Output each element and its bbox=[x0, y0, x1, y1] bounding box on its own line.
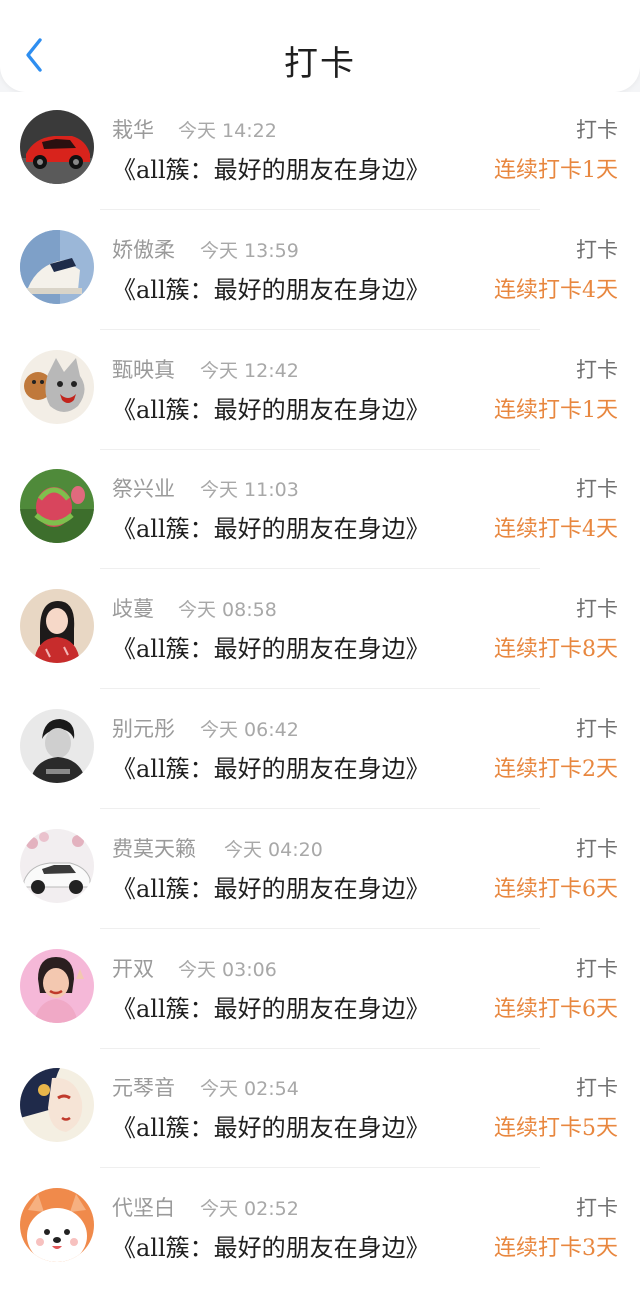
checkin-action-label: 打卡 bbox=[576, 477, 618, 502]
avatar[interactable] bbox=[20, 709, 94, 783]
row-divider bbox=[100, 209, 540, 210]
row-divider bbox=[100, 568, 540, 570]
streak-label: 连续打卡8天 bbox=[494, 637, 618, 663]
checkin-action-label: 打卡 bbox=[576, 956, 618, 981]
checkin-row[interactable]: 甄映真 今天 12:42 打卡 《all簇：最好的朋友在身边》 连续打卡1天 bbox=[0, 332, 640, 452]
checkin-row[interactable]: 开双 今天 03:06 打卡 《all簇：最好的朋友在身边》 连续打卡6天 bbox=[0, 931, 640, 1051]
checkin-row[interactable]: 歧蔓 今天 08:58 打卡 《all簇：最好的朋友在身边》 连续打卡8天 bbox=[0, 571, 640, 691]
user-name: 费莫天籁 bbox=[112, 836, 196, 861]
checkin-action-label: 打卡 bbox=[576, 836, 618, 861]
checkin-time: 今天 04:20 bbox=[224, 838, 323, 861]
checkin-row[interactable]: 费莫天籁 今天 04:20 打卡 《all簇：最好的朋友在身边》 连续打卡6天 bbox=[0, 811, 640, 931]
checkin-time: 今天 14:22 bbox=[178, 120, 277, 142]
checkin-action-label: 打卡 bbox=[576, 1196, 618, 1221]
avatar[interactable] bbox=[20, 349, 94, 424]
book-title[interactable]: 《all簇：最好的朋友在身边》 bbox=[112, 270, 430, 305]
streak-label: 连续打卡3天 bbox=[494, 1236, 618, 1262]
user-name: 娇傲柔 bbox=[112, 237, 175, 262]
user-name: 代坚白 bbox=[112, 1196, 175, 1221]
book-title[interactable]: 《all簇：最好的朋友在身边》 bbox=[112, 989, 430, 1024]
checkin-list: 栽华 今天 14:22 打卡 《all簇：最好的朋友在身边》 连续打卡1天 娇傲… bbox=[0, 92, 640, 1290]
checkin-action-label: 打卡 bbox=[576, 597, 618, 622]
avatar[interactable] bbox=[20, 589, 94, 664]
avatar[interactable] bbox=[20, 1188, 94, 1263]
streak-label: 连续打卡6天 bbox=[494, 876, 618, 902]
avatar[interactable] bbox=[20, 229, 94, 304]
checkin-action-label: 打卡 bbox=[576, 118, 618, 142]
checkin-row[interactable]: 代坚白 今天 02:52 打卡 《all簇：最好的朋友在身边》 连续打卡3天 bbox=[0, 1170, 640, 1290]
checkin-action-label: 打卡 bbox=[576, 357, 618, 382]
streak-label: 连续打卡4天 bbox=[494, 517, 618, 543]
book-title[interactable]: 《all簇：最好的朋友在身边》 bbox=[112, 1228, 430, 1263]
page-title: 打卡 bbox=[284, 44, 356, 84]
streak-label: 连续打卡1天 bbox=[494, 397, 618, 423]
streak-label: 连续打卡5天 bbox=[494, 1116, 618, 1142]
checkin-time: 今天 13:59 bbox=[200, 239, 299, 262]
top-bar: 打卡 bbox=[0, 0, 640, 92]
checkin-row[interactable]: 别元彤 今天 06:42 打卡 《all簇：最好的朋友在身边》 连续打卡2天 bbox=[0, 691, 640, 811]
checkin-time: 今天 06:42 bbox=[200, 719, 299, 741]
streak-label: 连续打卡4天 bbox=[494, 277, 618, 303]
user-name: 元琴音 bbox=[112, 1076, 175, 1101]
checkin-time: 今天 03:06 bbox=[178, 958, 277, 981]
user-name: 别元彤 bbox=[112, 717, 175, 741]
avatar[interactable] bbox=[20, 110, 94, 184]
user-name: 甄映真 bbox=[112, 357, 175, 382]
checkin-row[interactable]: 栽华 今天 14:22 打卡 《all簇：最好的朋友在身边》 连续打卡1天 bbox=[0, 92, 640, 212]
streak-label: 连续打卡2天 bbox=[494, 757, 618, 782]
checkin-time: 今天 02:54 bbox=[200, 1078, 299, 1101]
streak-label: 连续打卡1天 bbox=[494, 158, 618, 183]
checkin-row[interactable]: 祭兴业 今天 11:03 打卡 《all簇：最好的朋友在身边》 连续打卡4天 bbox=[0, 451, 640, 571]
row-divider bbox=[100, 1047, 540, 1049]
book-title[interactable]: 《all簇：最好的朋友在身边》 bbox=[112, 869, 430, 904]
user-name: 歧蔓 bbox=[112, 597, 154, 622]
avatar[interactable] bbox=[20, 948, 94, 1023]
row-divider bbox=[100, 808, 540, 809]
checkin-action-label: 打卡 bbox=[576, 1076, 618, 1101]
user-name: 开双 bbox=[112, 956, 154, 981]
book-title[interactable]: 《all簇：最好的朋友在身边》 bbox=[112, 1108, 430, 1143]
checkin-row[interactable]: 元琴音 今天 02:54 打卡 《all簇：最好的朋友在身边》 连续打卡5天 bbox=[0, 1050, 640, 1170]
checkin-row[interactable]: 娇傲柔 今天 13:59 打卡 《all簇：最好的朋友在身边》 连续打卡4天 bbox=[0, 212, 640, 332]
avatar[interactable] bbox=[20, 1068, 94, 1143]
book-title[interactable]: 《all簇：最好的朋友在身边》 bbox=[112, 150, 430, 185]
row-divider bbox=[100, 328, 540, 330]
streak-label: 连续打卡6天 bbox=[494, 996, 618, 1022]
checkin-time: 今天 11:03 bbox=[200, 479, 299, 502]
checkin-time: 今天 02:52 bbox=[200, 1198, 299, 1221]
row-divider bbox=[100, 448, 540, 450]
user-name: 祭兴业 bbox=[112, 477, 175, 502]
user-name: 栽华 bbox=[112, 118, 154, 142]
row-divider bbox=[100, 927, 540, 929]
avatar[interactable] bbox=[20, 469, 94, 544]
checkin-action-label: 打卡 bbox=[576, 237, 618, 262]
row-divider bbox=[100, 688, 540, 690]
checkin-action-label: 打卡 bbox=[576, 717, 618, 741]
checkin-time: 今天 08:58 bbox=[178, 599, 277, 622]
avatar[interactable] bbox=[20, 828, 94, 903]
checkin-time: 今天 12:42 bbox=[200, 359, 299, 382]
row-divider bbox=[100, 1167, 540, 1169]
book-title[interactable]: 《all簇：最好的朋友在身边》 bbox=[112, 629, 430, 664]
book-title[interactable]: 《all簇：最好的朋友在身边》 bbox=[112, 749, 430, 784]
book-title[interactable]: 《all簇：最好的朋友在身边》 bbox=[112, 390, 430, 425]
book-title[interactable]: 《all簇：最好的朋友在身边》 bbox=[112, 509, 430, 544]
